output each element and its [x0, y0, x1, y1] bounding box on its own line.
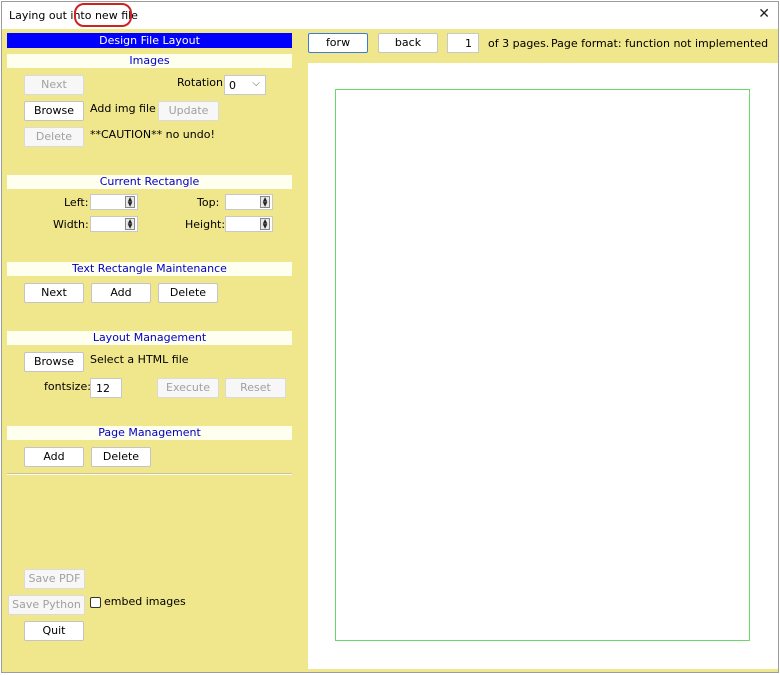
left-label: Left: — [64, 196, 89, 209]
execute-button[interactable]: Execute — [157, 378, 219, 398]
forward-button[interactable]: forw — [308, 33, 368, 53]
embed-images-label: embed images — [104, 595, 186, 608]
layout-management-title: Layout Management — [7, 331, 292, 345]
page-management-title: Page Management — [7, 426, 292, 440]
close-icon[interactable]: ✕ — [758, 6, 770, 22]
page-number-input[interactable]: 1 — [447, 33, 479, 53]
image-next-button[interactable]: Next — [24, 75, 84, 95]
quit-button[interactable]: Quit — [24, 621, 84, 641]
page-rectangle[interactable] — [335, 89, 750, 641]
separator — [7, 473, 292, 475]
layout-browse-button[interactable]: Browse — [24, 352, 84, 372]
of-pages-text: of 3 pages. — [488, 37, 550, 50]
width-label: Width: — [53, 218, 89, 231]
caution-text: **CAUTION** no undo! — [90, 128, 215, 141]
image-update-button[interactable]: Update — [158, 101, 219, 121]
page-canvas[interactable] — [308, 63, 778, 669]
height-label: Height: — [185, 218, 226, 231]
chevron-down-icon: ⌵ — [252, 78, 260, 89]
rotation-label: Rotation: — [177, 76, 227, 89]
spinner-arrows-icon[interactable]: ▲ ▼ — [260, 218, 270, 230]
page-add-button[interactable]: Add — [24, 447, 84, 467]
left-spinbox[interactable]: ▲ ▼ — [90, 194, 138, 210]
images-section-title: Images — [7, 54, 292, 68]
text-rect-delete-button[interactable]: Delete — [158, 283, 218, 303]
reset-button[interactable]: Reset — [225, 378, 286, 398]
top-spinbox[interactable]: ▲ ▼ — [225, 194, 273, 210]
save-python-button[interactable]: Save Python — [8, 595, 85, 615]
design-file-layout-header: Design File Layout — [7, 33, 292, 48]
current-rectangle-title: Current Rectangle — [7, 175, 292, 189]
spinner-arrows-icon[interactable]: ▲ ▼ — [125, 218, 135, 230]
back-button[interactable]: back — [378, 33, 438, 53]
page-format-text: Page format: function not implemented — [551, 37, 769, 50]
fontsize-label: fontsize: — [44, 380, 91, 393]
text-rect-add-button[interactable]: Add — [91, 283, 151, 303]
height-spinbox[interactable]: ▲ ▼ — [225, 216, 273, 232]
rotation-select[interactable]: 0 ⌵ — [224, 75, 266, 95]
image-browse-button[interactable]: Browse — [24, 101, 84, 121]
page-delete-button[interactable]: Delete — [91, 447, 151, 467]
highlight-annotation — [74, 3, 132, 27]
text-rect-next-button[interactable]: Next — [24, 283, 84, 303]
image-delete-button[interactable]: Delete — [24, 127, 84, 147]
spinner-arrows-icon[interactable]: ▲ ▼ — [125, 196, 135, 208]
select-html-file-label: Select a HTML file — [90, 353, 189, 366]
app-window: Laying out into new file ✕ Design File L… — [1, 1, 779, 673]
width-spinbox[interactable]: ▲ ▼ — [90, 216, 138, 232]
embed-images-checkbox[interactable] — [90, 597, 101, 608]
save-pdf-button[interactable]: Save PDF — [24, 569, 85, 589]
title-bar: Laying out into new file ✕ — [2, 2, 778, 29]
fontsize-input[interactable]: 12 — [90, 378, 122, 398]
text-rect-maintenance-title: Text Rectangle Maintenance — [7, 262, 292, 276]
spinner-arrows-icon[interactable]: ▲ ▼ — [260, 196, 270, 208]
top-label: Top: — [197, 196, 220, 209]
add-img-file-label: Add img file — [90, 102, 156, 115]
rotation-value: 0 — [229, 79, 236, 92]
